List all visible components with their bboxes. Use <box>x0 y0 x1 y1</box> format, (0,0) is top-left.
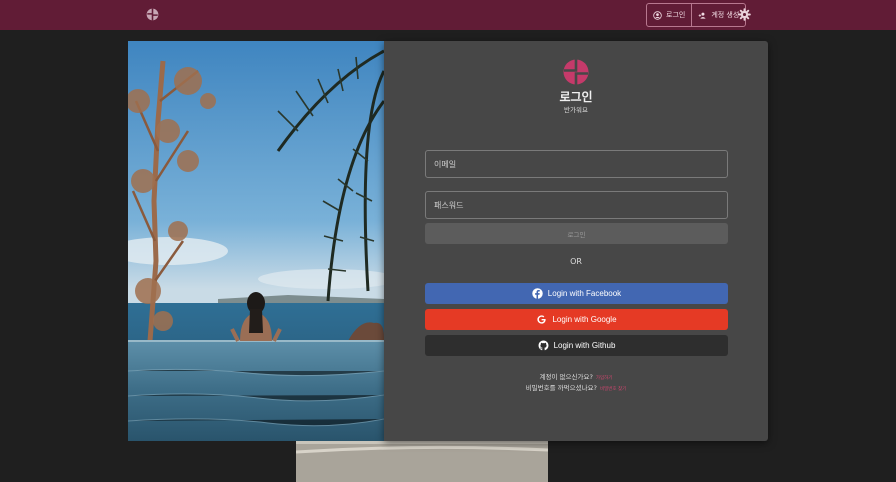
forgot-password-prompt: 비밀번호를 까먹으셨나요? 비밀번호 찾기 <box>384 382 768 392</box>
email-field[interactable] <box>425 150 728 178</box>
login-title: 로그인 <box>559 90 593 104</box>
no-account-text: 계정이 없으신가요? <box>539 373 593 381</box>
gear-icon[interactable] <box>738 8 751 21</box>
account-nav: 로그인 계정 생성 <box>646 3 747 27</box>
github-icon <box>538 340 549 351</box>
password-field[interactable] <box>425 191 728 219</box>
nav-login-label: 로그인 <box>666 11 686 19</box>
nav-login-button[interactable]: 로그인 <box>647 4 691 26</box>
login-subtitle: 반가워요 <box>564 106 588 114</box>
google-icon <box>537 315 547 324</box>
facebook-login-label: Login with Facebook <box>547 289 622 298</box>
top-bar: 로그인 계정 생성 <box>0 0 896 30</box>
signup-prompt: 계정이 없으신가요? 가입하기 <box>384 371 768 381</box>
brand-logo-icon <box>563 59 589 85</box>
hero-photo <box>128 41 384 441</box>
github-login-label: Login with Github <box>553 341 616 350</box>
login-submit-button[interactable]: 로그인 <box>425 223 728 244</box>
signup-link[interactable]: 가입하기 <box>596 376 613 381</box>
facebook-login-button[interactable]: Login with Facebook <box>425 283 728 304</box>
brand-logo-icon[interactable] <box>146 8 159 21</box>
find-password-link[interactable]: 비밀번호 찾기 <box>600 387 626 392</box>
nav-signup-label: 계정 생성 <box>711 11 740 19</box>
google-login-button[interactable]: Login with Google <box>425 309 728 330</box>
user-circle-icon <box>653 10 662 20</box>
github-login-button[interactable]: Login with Github <box>425 335 728 356</box>
add-user-icon <box>699 12 706 19</box>
login-card: 로그인 반가워요 로그인 OR Login with Facebook Logi… <box>384 41 768 441</box>
forgot-password-text: 비밀번호를 까먹으셨나요? <box>525 384 597 392</box>
google-login-label: Login with Google <box>552 315 617 324</box>
or-divider: OR <box>570 257 582 266</box>
facebook-icon <box>532 288 543 299</box>
